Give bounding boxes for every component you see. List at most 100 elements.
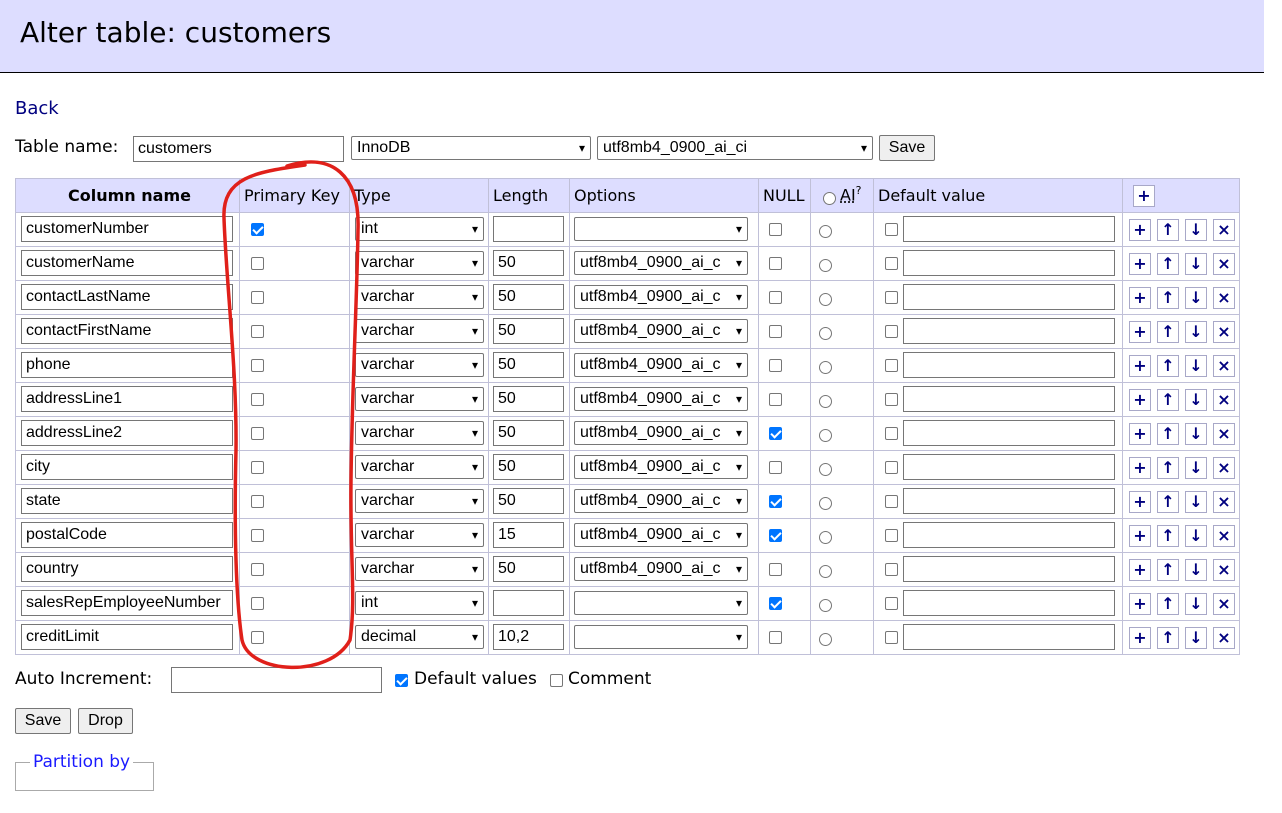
ai-radio[interactable] (819, 497, 832, 510)
length-input[interactable]: 50 (493, 556, 564, 582)
move-down-button[interactable]: ↓ (1185, 287, 1207, 309)
default-value-input[interactable] (903, 284, 1115, 310)
length-input[interactable]: 50 (493, 488, 564, 514)
column-name-input[interactable]: city (21, 454, 233, 480)
column-name-input[interactable]: state (21, 488, 233, 514)
ai-radio[interactable] (819, 531, 832, 544)
move-up-button[interactable]: ↑ (1157, 253, 1179, 275)
type-select[interactable]: varchar ▾ (355, 319, 484, 343)
move-down-button[interactable]: ↓ (1185, 525, 1207, 547)
ai-radio[interactable] (819, 225, 832, 238)
null-checkbox[interactable] (769, 427, 782, 440)
default-checkbox[interactable] (885, 291, 898, 304)
partition-by-toggle[interactable]: Partition by (30, 752, 133, 772)
options-select[interactable]: ▾ (574, 591, 748, 615)
primary-key-checkbox[interactable] (251, 597, 264, 610)
move-down-button[interactable]: ↓ (1185, 219, 1207, 241)
default-values-checkbox[interactable] (395, 674, 408, 687)
options-select[interactable]: utf8mb4_0900_ai_c ▾ (574, 455, 748, 479)
remove-row-button[interactable]: × (1213, 253, 1235, 275)
remove-row-button[interactable]: × (1213, 287, 1235, 309)
options-select[interactable]: utf8mb4_0900_ai_c ▾ (574, 387, 748, 411)
ai-radio[interactable] (819, 361, 832, 374)
null-checkbox[interactable] (769, 631, 782, 644)
null-checkbox[interactable] (769, 291, 782, 304)
length-input[interactable]: 50 (493, 454, 564, 480)
column-name-input[interactable]: customerNumber (21, 216, 233, 242)
move-up-button[interactable]: ↑ (1157, 219, 1179, 241)
default-checkbox[interactable] (885, 495, 898, 508)
move-down-button[interactable]: ↓ (1185, 321, 1207, 343)
default-value-input[interactable] (903, 488, 1115, 514)
default-value-input[interactable] (903, 556, 1115, 582)
remove-row-button[interactable]: × (1213, 321, 1235, 343)
back-link[interactable]: Back (15, 98, 59, 119)
type-select[interactable]: varchar ▾ (355, 455, 484, 479)
move-down-button[interactable]: ↓ (1185, 423, 1207, 445)
default-checkbox[interactable] (885, 359, 898, 372)
null-checkbox[interactable] (769, 529, 782, 542)
remove-row-button[interactable]: × (1213, 627, 1235, 649)
column-name-input[interactable]: customerName (21, 250, 233, 276)
default-value-input[interactable] (903, 522, 1115, 548)
move-down-button[interactable]: ↓ (1185, 627, 1207, 649)
add-row-button[interactable]: + (1129, 491, 1151, 513)
primary-key-checkbox[interactable] (251, 631, 264, 644)
default-checkbox[interactable] (885, 631, 898, 644)
default-checkbox[interactable] (885, 461, 898, 474)
default-checkbox[interactable] (885, 393, 898, 406)
ai-header-radio[interactable] (823, 192, 836, 205)
default-checkbox[interactable] (885, 597, 898, 610)
options-select[interactable]: utf8mb4_0900_ai_c ▾ (574, 421, 748, 445)
length-input[interactable]: 50 (493, 386, 564, 412)
primary-key-checkbox[interactable] (251, 529, 264, 542)
null-checkbox[interactable] (769, 325, 782, 338)
move-down-button[interactable]: ↓ (1185, 457, 1207, 479)
primary-key-checkbox[interactable] (251, 495, 264, 508)
options-select[interactable]: ▾ (574, 217, 748, 241)
primary-key-checkbox[interactable] (251, 325, 264, 338)
type-select[interactable]: varchar ▾ (355, 387, 484, 411)
engine-select[interactable]: InnoDB ▾ (351, 136, 591, 160)
null-checkbox[interactable] (769, 223, 782, 236)
length-input[interactable]: 50 (493, 284, 564, 310)
move-up-button[interactable]: ↑ (1157, 593, 1179, 615)
move-down-button[interactable]: ↓ (1185, 355, 1207, 377)
ai-radio[interactable] (819, 565, 832, 578)
type-select[interactable]: int ▾ (355, 217, 484, 241)
length-input[interactable]: 50 (493, 420, 564, 446)
add-row-button[interactable]: + (1129, 525, 1151, 547)
column-name-input[interactable]: phone (21, 352, 233, 378)
length-input[interactable]: 50 (493, 250, 564, 276)
length-input[interactable] (493, 590, 564, 616)
remove-row-button[interactable]: × (1213, 423, 1235, 445)
type-select[interactable]: int ▾ (355, 591, 484, 615)
move-up-button[interactable]: ↑ (1157, 389, 1179, 411)
default-value-input[interactable] (903, 216, 1115, 242)
options-select[interactable]: ▾ (574, 625, 748, 649)
move-up-button[interactable]: ↑ (1157, 355, 1179, 377)
default-value-input[interactable] (903, 250, 1115, 276)
default-checkbox[interactable] (885, 223, 898, 236)
default-value-input[interactable] (903, 590, 1115, 616)
column-name-input[interactable]: contactFirstName (21, 318, 233, 344)
primary-key-checkbox[interactable] (251, 563, 264, 576)
ai-radio[interactable] (819, 293, 832, 306)
remove-row-button[interactable]: × (1213, 355, 1235, 377)
type-select[interactable]: varchar ▾ (355, 251, 484, 275)
add-row-button[interactable]: + (1129, 457, 1151, 479)
column-name-input[interactable]: addressLine2 (21, 420, 233, 446)
type-select[interactable]: varchar ▾ (355, 489, 484, 513)
length-input[interactable]: 10,2 (493, 624, 564, 650)
options-select[interactable]: utf8mb4_0900_ai_c ▾ (574, 523, 748, 547)
default-value-input[interactable] (903, 352, 1115, 378)
move-up-button[interactable]: ↑ (1157, 287, 1179, 309)
move-up-button[interactable]: ↑ (1157, 491, 1179, 513)
null-checkbox[interactable] (769, 257, 782, 270)
move-up-button[interactable]: ↑ (1157, 321, 1179, 343)
remove-row-button[interactable]: × (1213, 593, 1235, 615)
ai-radio[interactable] (819, 259, 832, 272)
length-input[interactable]: 15 (493, 522, 564, 548)
remove-row-button[interactable]: × (1213, 559, 1235, 581)
length-input[interactable]: 50 (493, 352, 564, 378)
